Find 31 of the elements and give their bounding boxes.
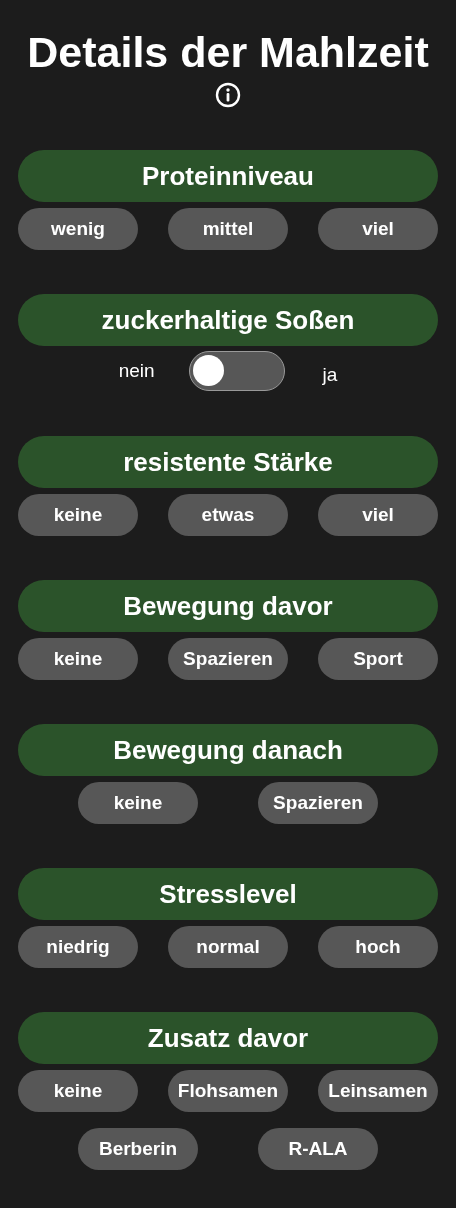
section-heading: Zusatz davor	[18, 1012, 438, 1064]
option-button[interactable]: R-ALA	[258, 1128, 378, 1170]
page-title: Details der Mahlzeit	[27, 27, 429, 78]
section-heading: resistente Stärke	[18, 436, 438, 488]
option-button[interactable]: hoch	[318, 926, 438, 968]
section-heading: Stresslevel	[18, 868, 438, 920]
option-button[interactable]: viel	[318, 208, 438, 250]
toggle-switch[interactable]	[188, 351, 285, 391]
option-button[interactable]: Flohsamen	[168, 1070, 288, 1112]
option-button[interactable]: niedrig	[18, 926, 138, 968]
option-button[interactable]: keine	[78, 782, 198, 824]
option-button[interactable]: keine	[18, 1070, 138, 1112]
section-heading: zuckerhaltige Soßen	[18, 294, 438, 346]
toggle-label: nein	[118, 360, 155, 382]
section-heading: Bewegung danach	[18, 724, 438, 776]
toggle-label: ja	[322, 364, 338, 386]
option-button[interactable]: keine	[18, 638, 138, 680]
option-button[interactable]: Berberin	[78, 1128, 198, 1170]
option-button[interactable]: Spazieren	[258, 782, 378, 824]
option-button[interactable]: normal	[168, 926, 288, 968]
option-button[interactable]: keine	[18, 494, 138, 536]
option-button[interactable]: Leinsamen	[318, 1070, 438, 1112]
option-button[interactable]: Spazieren	[168, 638, 288, 680]
option-button[interactable]: wenig	[18, 208, 138, 250]
info-icon[interactable]	[215, 82, 241, 108]
option-button[interactable]: viel	[318, 494, 438, 536]
option-button[interactable]: mittel	[168, 208, 288, 250]
option-button[interactable]: etwas	[168, 494, 288, 536]
section-heading: Bewegung davor	[18, 580, 438, 632]
section-heading: Proteinniveau	[18, 150, 438, 202]
option-button[interactable]: Sport	[318, 638, 438, 680]
